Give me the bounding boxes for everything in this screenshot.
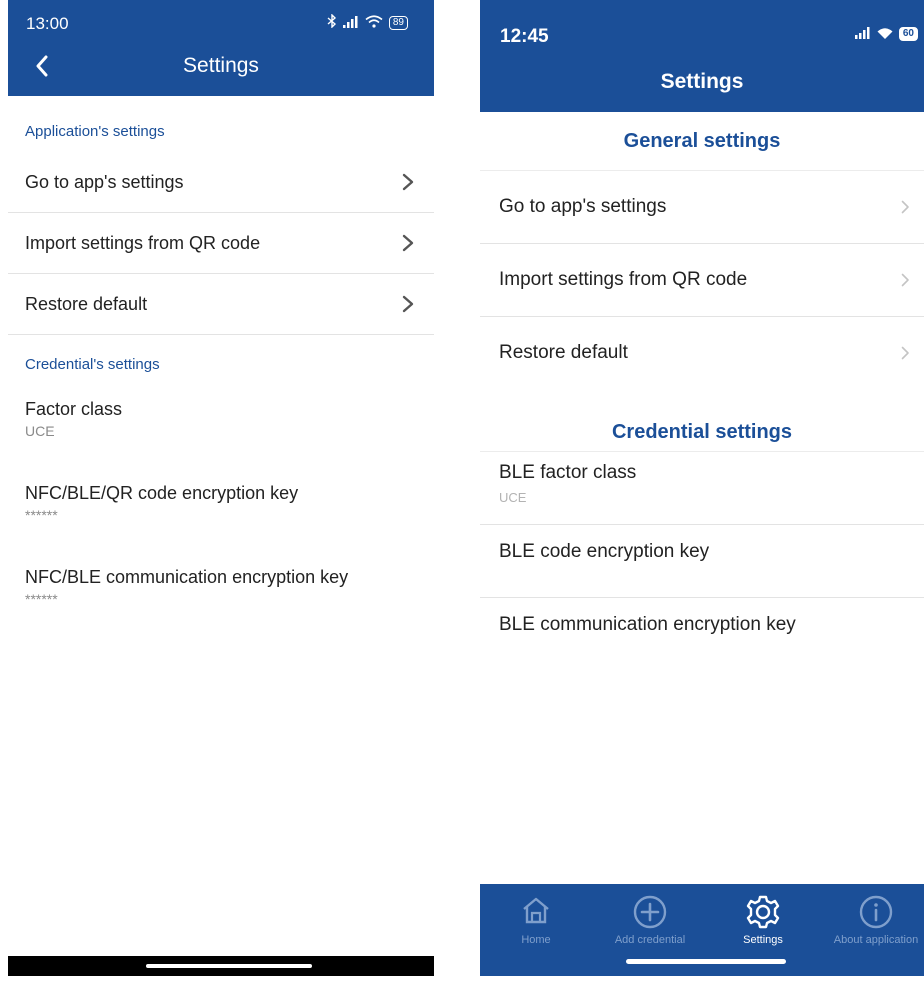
app-bar: 13:00 89 Settings xyxy=(8,0,434,96)
signal-icon xyxy=(342,15,359,31)
battery-icon: 60 xyxy=(898,27,918,41)
row-go-to-app-settings[interactable]: Go to app's settings xyxy=(8,152,434,213)
chevron-right-icon xyxy=(402,295,414,313)
row-label: Restore default xyxy=(25,293,148,314)
setting-nfc-ble-comm-key[interactable]: NFC/BLE communication encryption key ***… xyxy=(8,553,434,637)
setting-nfc-ble-qr-key[interactable]: NFC/BLE/QR code encryption key ****** xyxy=(8,469,434,553)
row-label: Go to app's settings xyxy=(25,171,184,192)
battery-icon: 89 xyxy=(388,15,408,30)
setting-ble-code-key[interactable]: BLE code encryption key xyxy=(480,525,924,598)
tab-settings[interactable]: Settings xyxy=(703,894,823,946)
navigation-gesture-bar xyxy=(8,956,434,976)
row-import-settings-qr[interactable]: Import settings from QR code xyxy=(480,244,924,317)
row-restore-default[interactable]: Restore default xyxy=(8,274,434,335)
tab-add-credential[interactable]: Add credential xyxy=(590,894,710,946)
row-go-to-app-settings[interactable]: Go to app's settings xyxy=(480,171,924,244)
page-title: Settings xyxy=(183,54,259,77)
setting-label: NFC/BLE/QR code encryption key xyxy=(25,483,299,503)
row-restore-default[interactable]: Restore default xyxy=(480,317,924,389)
chevron-right-icon xyxy=(901,346,909,360)
setting-label: BLE communication encryption key xyxy=(499,614,796,635)
gesture-handle[interactable] xyxy=(146,964,312,968)
section-header-application: Application's settings xyxy=(25,123,165,140)
setting-value: UCE xyxy=(499,490,527,505)
signal-icon xyxy=(854,26,871,42)
status-icons: 60 xyxy=(854,26,918,42)
setting-ble-factor-class[interactable]: BLE factor class UCE xyxy=(480,452,924,525)
home-indicator[interactable] xyxy=(626,959,786,964)
section-header-credential: Credential's settings xyxy=(25,356,160,373)
row-label: Go to app's settings xyxy=(499,196,667,217)
page-title: Settings xyxy=(660,70,744,93)
setting-label: NFC/BLE communication encryption key xyxy=(25,567,349,587)
row-label: Restore default xyxy=(499,342,628,363)
setting-factor-class[interactable]: Factor class UCE xyxy=(8,385,434,469)
row-import-settings-qr[interactable]: Import settings from QR code xyxy=(8,213,434,274)
tab-home[interactable]: Home xyxy=(480,894,596,946)
bluetooth-icon xyxy=(327,13,337,31)
chevron-right-icon xyxy=(402,234,414,252)
setting-value: ****** xyxy=(25,591,58,607)
section-header-general: General settings xyxy=(480,112,924,171)
android-settings-screen: 13:00 89 Settings Application's settings… xyxy=(8,0,434,976)
ios-settings-screen: 12:45 60 Settings General settings Go to… xyxy=(480,0,924,976)
chevron-right-icon xyxy=(402,173,414,191)
setting-ble-comm-key[interactable]: BLE communication encryption key xyxy=(480,598,924,671)
status-time: 13:00 xyxy=(26,14,69,33)
setting-label: BLE code encryption key xyxy=(499,541,710,562)
app-bar: 12:45 60 Settings xyxy=(480,0,924,112)
row-label: Import settings from QR code xyxy=(499,269,748,290)
chevron-right-icon xyxy=(901,273,909,287)
setting-label: Factor class xyxy=(25,399,123,419)
gear-icon xyxy=(703,894,823,932)
wifi-icon xyxy=(877,26,893,42)
tab-label: Add credential xyxy=(614,934,686,946)
tab-label: Home xyxy=(521,934,551,946)
status-time: 12:45 xyxy=(500,26,549,47)
section-header-credential: Credential settings xyxy=(480,413,924,452)
wifi-icon xyxy=(365,14,383,31)
tab-label: About application xyxy=(833,934,919,946)
tab-label: Settings xyxy=(743,934,783,946)
info-circle-icon xyxy=(816,894,924,932)
tab-about-application[interactable]: About application xyxy=(816,894,924,946)
row-label: Import settings from QR code xyxy=(25,232,261,253)
setting-value: ****** xyxy=(25,507,58,523)
status-icons: 89 xyxy=(327,13,408,31)
tab-bar: Home Add credential Settings About appli… xyxy=(480,884,924,976)
home-icon xyxy=(480,894,596,932)
setting-value: UCE xyxy=(25,423,55,439)
setting-label: BLE factor class xyxy=(499,462,637,483)
plus-circle-icon xyxy=(590,894,710,932)
chevron-right-icon xyxy=(901,200,909,214)
